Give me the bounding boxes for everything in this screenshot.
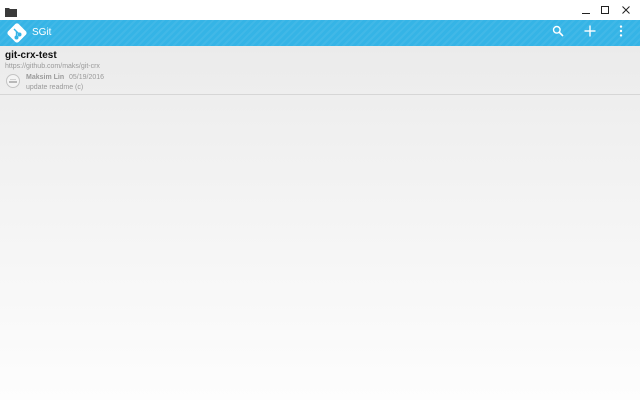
repo-url: https://github.com/maks/git-crx: [5, 63, 100, 70]
search-icon: [552, 24, 564, 42]
repo-list-item[interactable]: git-crx-test https://github.com/maks/git…: [0, 46, 640, 95]
app-bar: SGit: [0, 20, 640, 46]
minimize-icon: [581, 5, 591, 15]
overflow-menu-button[interactable]: [611, 23, 631, 43]
plus-icon: [584, 24, 596, 42]
folder-icon: [5, 4, 17, 17]
maximize-icon: [600, 5, 610, 15]
repo-name: git-crx-test: [5, 50, 57, 61]
app-title: SGit: [32, 27, 52, 38]
git-logo-icon: [6, 22, 28, 44]
close-icon: [621, 5, 631, 15]
avatar: [6, 74, 20, 88]
close-button[interactable]: [615, 0, 637, 20]
commit-author: Maksim Lin: [26, 74, 65, 81]
search-button[interactable]: [548, 23, 568, 43]
maximize-button[interactable]: [594, 0, 616, 20]
window-titlebar: [0, 0, 640, 20]
commit-message: update readme (c): [26, 84, 84, 91]
add-repo-button[interactable]: [580, 23, 600, 43]
repo-list: git-crx-test https://github.com/maks/git…: [0, 46, 640, 400]
commit-date: 05/19/2016: [69, 74, 105, 81]
more-vertical-icon: [619, 24, 623, 42]
